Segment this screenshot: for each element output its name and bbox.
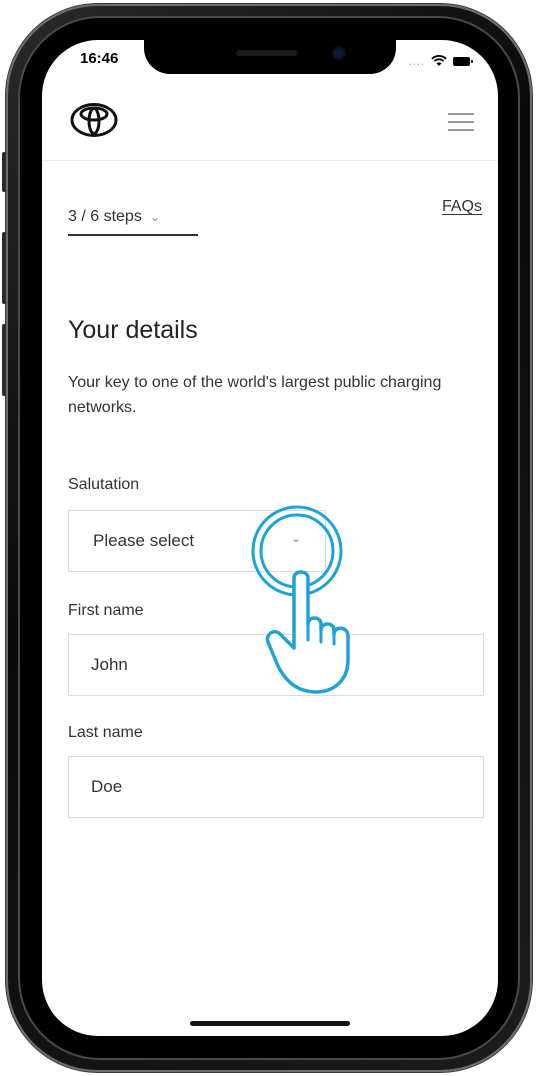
speaker-grille xyxy=(236,50,298,56)
front-camera xyxy=(334,48,344,58)
faqs-link[interactable]: FAQs xyxy=(442,198,482,216)
pointing-hand-icon xyxy=(264,568,364,698)
app-screen: 16:46 .... 3 / 6 steps ⌄ FAQs Your detai… xyxy=(42,40,498,1036)
header-divider xyxy=(42,160,498,161)
page-title: Your details xyxy=(68,316,198,344)
signal-dots: .... xyxy=(408,55,425,68)
salutation-label: Salutation xyxy=(68,476,140,493)
last-name-input[interactable]: Doe xyxy=(68,756,484,818)
page-subtitle: Your key to one of the world's largest p… xyxy=(68,374,442,416)
first-name-value: John xyxy=(91,655,128,674)
steps-dropdown[interactable]: 3 / 6 steps ⌄ xyxy=(68,208,198,236)
last-name-label: Last name xyxy=(68,724,143,741)
hamburger-icon[interactable] xyxy=(448,113,474,131)
volume-down-button xyxy=(2,324,6,396)
toyota-logo[interactable] xyxy=(70,102,118,142)
wifi-icon xyxy=(431,52,447,71)
first-name-label: First name xyxy=(68,602,144,619)
battery-icon xyxy=(453,57,473,66)
status-time: 16:46 xyxy=(80,50,119,67)
chevron-down-icon: ⌄ xyxy=(149,210,160,224)
steps-label: 3 / 6 steps xyxy=(68,208,142,225)
mute-switch xyxy=(2,152,6,192)
volume-up-button xyxy=(2,232,6,304)
salutation-value: Please select xyxy=(93,531,195,550)
last-name-value: Doe xyxy=(91,777,123,796)
notch xyxy=(144,40,396,74)
status-icons: .... xyxy=(408,52,473,71)
home-indicator[interactable] xyxy=(190,1021,350,1026)
